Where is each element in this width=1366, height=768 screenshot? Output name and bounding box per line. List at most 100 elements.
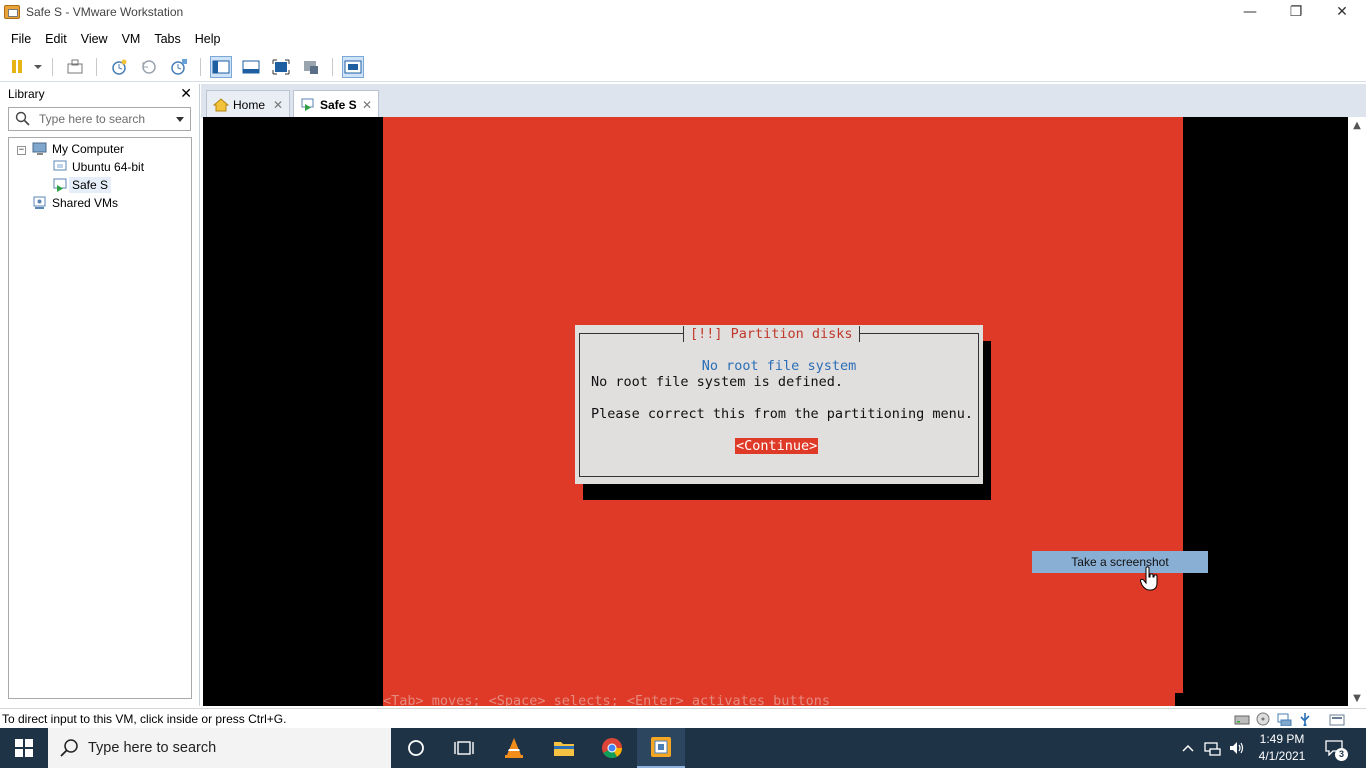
status-message: To direct input to this VM, click inside…: [2, 712, 287, 726]
status-bar: To direct input to this VM, click inside…: [0, 708, 1366, 728]
pause-icon: [12, 60, 42, 73]
search-dropdown-icon[interactable]: [176, 117, 184, 122]
dialog-title: [!!] Partition disks: [683, 326, 860, 342]
scroll-up-arrow-icon[interactable]: ▲: [1351, 119, 1363, 131]
running-vm-icon: [53, 178, 67, 192]
toolbar: [0, 52, 1366, 82]
home-icon: [213, 97, 229, 111]
hard-disk-icon[interactable]: [1234, 712, 1250, 726]
dialog-frame: [579, 333, 979, 477]
revert-snapshot-button[interactable]: [138, 56, 160, 78]
vmware-taskbar-button[interactable]: [637, 728, 685, 768]
tree-label: Safe S: [69, 177, 112, 193]
tab-label: Home: [233, 97, 266, 112]
menu-file[interactable]: File: [4, 32, 38, 46]
network-adapter-icon[interactable]: [1276, 712, 1292, 726]
pause-dropdown-button[interactable]: [6, 56, 44, 78]
start-button[interactable]: [0, 728, 48, 768]
shared-vms-icon: [33, 196, 46, 209]
action-center-button[interactable]: 3: [1318, 728, 1366, 768]
show-library-button[interactable]: [210, 56, 232, 78]
take-screenshot-menu-item[interactable]: Take a screenshot: [1032, 551, 1208, 573]
scroll-down-arrow-icon[interactable]: ▼: [1351, 692, 1363, 704]
tab-safe-s[interactable]: Safe S ✕: [293, 90, 379, 118]
collapse-expander-icon[interactable]: −: [17, 146, 26, 155]
vlc-taskbar-button[interactable]: [490, 728, 538, 768]
running-vm-icon: [301, 98, 314, 111]
snapshot-manager-button[interactable]: [168, 56, 190, 78]
chrome-taskbar-button[interactable]: [588, 728, 636, 768]
tab-strip: Home ✕ Safe S ✕: [201, 84, 1366, 118]
minimize-button[interactable]: —: [1227, 0, 1273, 24]
library-title: Library: [8, 87, 45, 101]
volume-icon[interactable]: [1228, 740, 1246, 756]
library-close-button[interactable]: ✕: [180, 86, 192, 102]
continue-button[interactable]: <Continue>: [735, 438, 819, 454]
network-icon[interactable]: [1204, 740, 1222, 756]
menu-view[interactable]: View: [74, 32, 115, 46]
restore-button[interactable]: ❐: [1273, 0, 1319, 24]
tree-item-ubuntu[interactable]: Ubuntu 64-bit: [51, 158, 147, 176]
tree-item-safe-s[interactable]: Safe S: [51, 176, 112, 194]
console-view-button[interactable]: [342, 56, 364, 78]
hand-cursor-icon: [1140, 566, 1158, 591]
tree-label: My Computer: [52, 142, 125, 156]
clock-time: 1:49 PM: [1259, 732, 1305, 746]
windows-taskbar: Type here to search 1:49 PM 4/1/2021 3: [0, 728, 1366, 768]
menu-vm[interactable]: VM: [115, 32, 148, 46]
vmware-app-icon: [4, 5, 20, 19]
revert-icon: [142, 60, 156, 74]
toolbar-separator: [96, 58, 97, 76]
library-view-icon: [212, 60, 230, 74]
tab-close-icon[interactable]: ✕: [273, 98, 283, 112]
tab-close-icon[interactable]: ✕: [362, 98, 372, 112]
notification-count-badge: 3: [1335, 748, 1348, 761]
unity-icon: [304, 61, 318, 74]
vm-console[interactable]: [!!] Partition disks No root file system…: [203, 117, 1348, 706]
send-ctrl-alt-del-button[interactable]: [64, 56, 86, 78]
library-tree: − My Computer Ubuntu 64-bit Safe S Share…: [8, 137, 192, 699]
taskbar-clock[interactable]: 1:49 PM 4/1/2021: [1252, 731, 1312, 765]
toolbar-separator: [52, 58, 53, 76]
usb-device-icon[interactable]: [1297, 712, 1313, 726]
take-snapshot-button[interactable]: [108, 56, 130, 78]
show-hidden-icons-chevron-icon[interactable]: [1181, 741, 1195, 755]
console-vertical-scrollbar[interactable]: ▲ ▼: [1348, 117, 1366, 706]
file-explorer-taskbar-button[interactable]: [540, 728, 588, 768]
toolbar-separator: [200, 58, 201, 76]
full-screen-icon: [272, 59, 290, 75]
vm-icon: [53, 160, 67, 171]
full-screen-button[interactable]: [270, 56, 292, 78]
computer-icon: [32, 142, 47, 155]
tab-home[interactable]: Home ✕: [206, 90, 290, 118]
window-title: Safe S - VMware Workstation: [26, 5, 184, 19]
clock-date: 4/1/2021: [1258, 749, 1306, 763]
menu-tabs[interactable]: Tabs: [147, 32, 187, 46]
taskbar-search-placeholder: Type here to search: [88, 740, 217, 756]
close-window-button[interactable]: ✕: [1319, 0, 1365, 24]
menu-bar: File Edit View VM Tabs Help: [0, 28, 1366, 50]
library-search-input[interactable]: Type here to search: [8, 107, 191, 131]
partition-dialog: [!!] Partition disks No root file system…: [575, 325, 983, 484]
message-log-icon[interactable]: [1329, 712, 1345, 726]
windows-logo-icon: [15, 739, 33, 757]
search-icon: [15, 111, 30, 126]
cd-dvd-icon[interactable]: [1255, 712, 1271, 726]
snapshot-manager-icon: [171, 59, 187, 75]
installer-hint-line: <Tab> moves; <Space> selects; <Enter> ac…: [383, 693, 831, 706]
thumbnail-bar-icon: [242, 60, 260, 74]
cortana-button[interactable]: [392, 728, 440, 768]
taskbar-search-box[interactable]: Type here to search: [48, 728, 391, 768]
show-thumbnail-bar-button[interactable]: [240, 56, 262, 78]
menu-edit[interactable]: Edit: [38, 32, 74, 46]
title-bar: Safe S - VMware Workstation — ❐ ✕: [0, 0, 1366, 24]
vlc-cone-icon: [505, 738, 523, 758]
tree-item-my-computer[interactable]: My Computer: [31, 140, 127, 158]
snapshot-icon: [112, 59, 127, 75]
tree-item-shared-vms[interactable]: Shared VMs: [31, 194, 121, 212]
chrome-icon: [602, 738, 623, 759]
unity-button[interactable]: [300, 56, 322, 78]
menu-help[interactable]: Help: [188, 32, 228, 46]
task-view-button[interactable]: [440, 728, 488, 768]
console-corner: [1175, 693, 1183, 706]
